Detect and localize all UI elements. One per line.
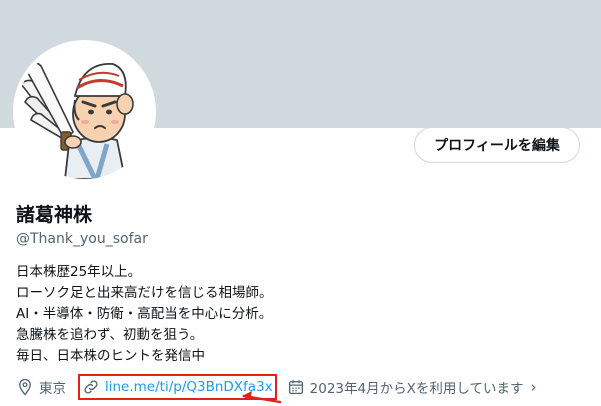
avatar-illustration bbox=[17, 44, 152, 179]
edit-profile-button[interactable]: プロフィールを編集 bbox=[414, 127, 580, 163]
calendar-icon bbox=[287, 378, 305, 396]
bio-line: 毎日、日本株のヒントを発信中 bbox=[16, 348, 205, 364]
bio: 日本株歴25年以上。 ローソク足と出来高だけを信じる相場師。 AI・半導体・防衛… bbox=[16, 262, 273, 367]
location: 東京 bbox=[16, 377, 66, 397]
bio-line: 急騰株を追わず、初動を狙う。 bbox=[16, 327, 204, 343]
location-pin-icon bbox=[16, 378, 34, 396]
bio-line: 日本株歴25年以上。 bbox=[16, 264, 142, 280]
display-name: 諸葛神株 bbox=[16, 204, 93, 226]
bio-line: AI・半導体・防衛・高配当を中心に分析。 bbox=[16, 306, 273, 322]
joined-date[interactable]: 2023年4月からXを利用しています › bbox=[287, 377, 536, 397]
link-icon bbox=[82, 378, 100, 396]
joined-text: 2023年4月からXを利用しています bbox=[309, 381, 524, 397]
arrow-annotation bbox=[242, 391, 282, 404]
user-handle: @Thank_you_sofar bbox=[16, 231, 148, 247]
bio-line: ローソク足と出来高だけを信じる相場師。 bbox=[16, 285, 273, 301]
chevron-right-icon[interactable]: › bbox=[530, 378, 536, 396]
avatar[interactable] bbox=[13, 40, 156, 183]
location-text: 東京 bbox=[39, 381, 66, 397]
